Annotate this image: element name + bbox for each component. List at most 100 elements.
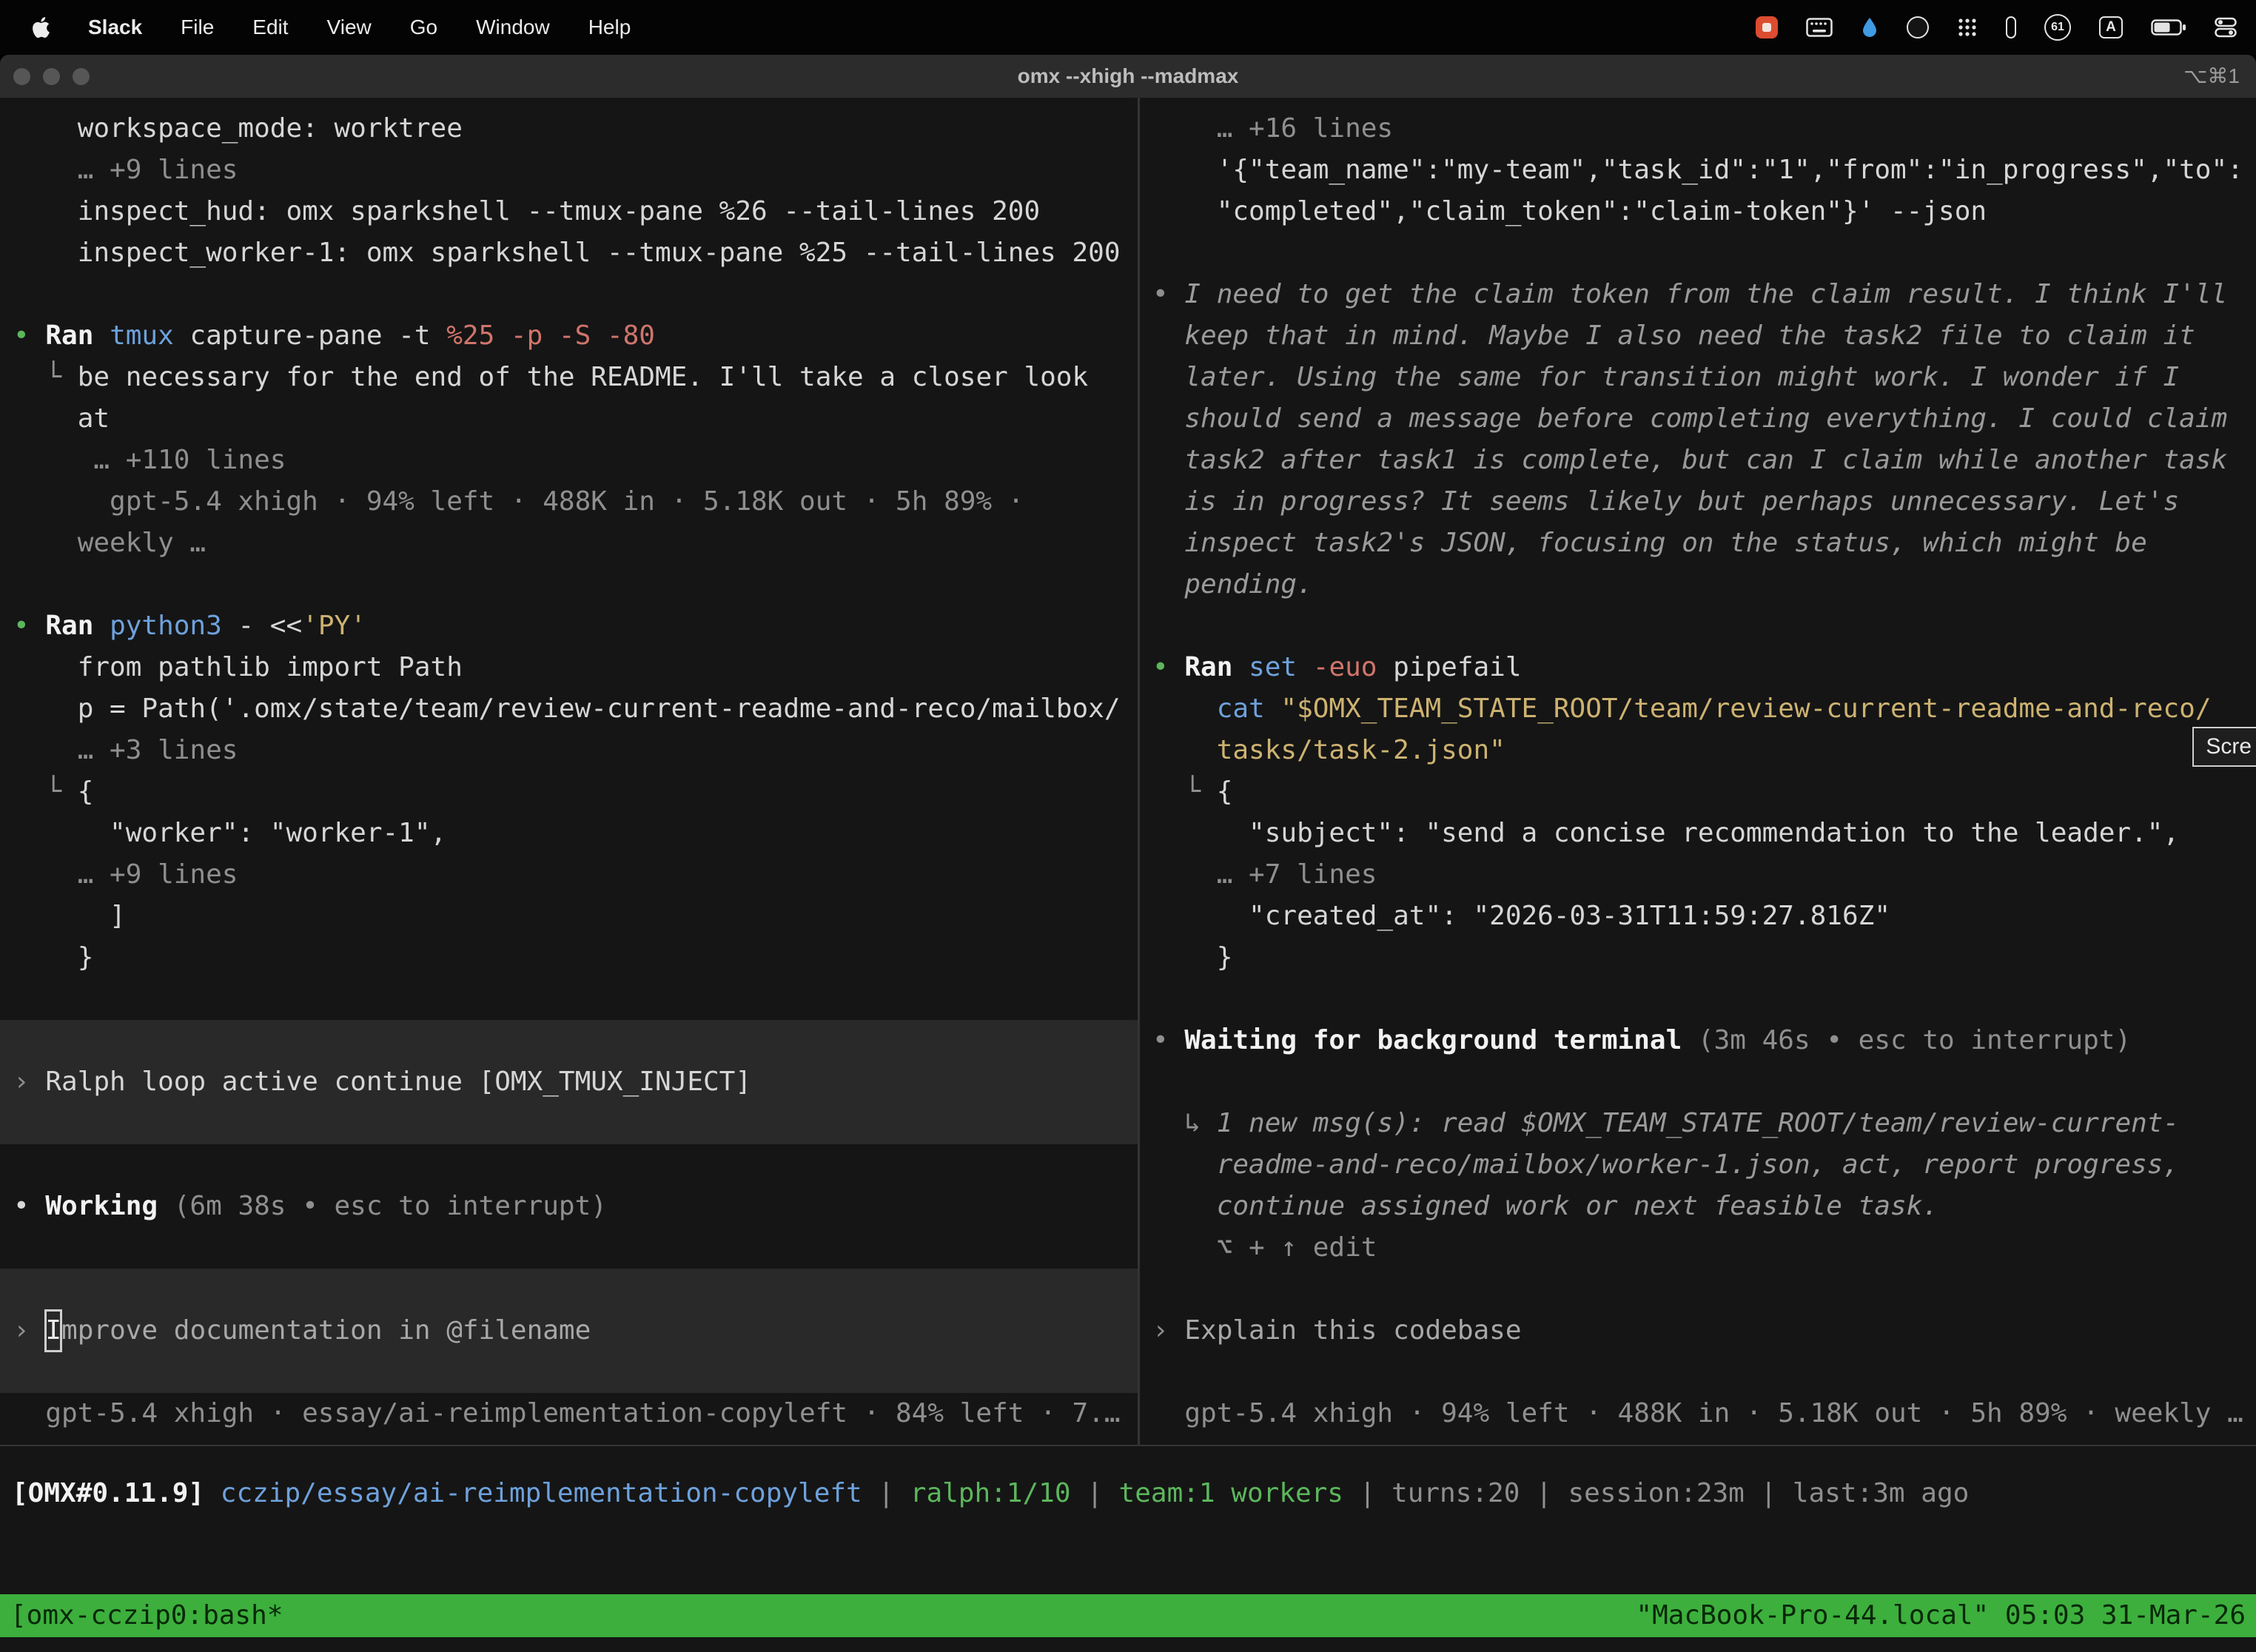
input-source-indicator[interactable]: A (2099, 16, 2123, 38)
terminal-line: ↳ 1 new msg(s): read $OMX_TEAM_STATE_ROO… (1152, 1103, 2256, 1144)
status-segment: cczip/essay/ai-reimplementation-copyleft (221, 1478, 862, 1508)
menu-item-file[interactable]: File (181, 16, 214, 39)
terminal-text (1152, 735, 1217, 765)
terminal-line: gpt-5.4 xhigh · 94% left · 488K in · 5.1… (1152, 1393, 2256, 1434)
terminal-text: keep that in mind. Maybe I also need the… (1152, 320, 2195, 351)
terminal-text: is in progress? It seems likely but perh… (1152, 486, 2179, 517)
terminal-line: "created_at": "2026-03-31T11:59:27.816Z" (1152, 896, 2256, 937)
menu-bar-left: Slack File Edit View Go Window Help (33, 16, 631, 39)
menu-item-edit[interactable]: Edit (252, 16, 288, 39)
terminal-text: at (13, 403, 110, 434)
prompt-suggestion-band[interactable]: › Improve documentation in @filename (0, 1269, 1138, 1393)
prompt-suggestion-band[interactable]: › Ralph loop active continue [OMX_TMUX_I… (0, 1020, 1138, 1144)
menu-item-help[interactable]: Help (588, 16, 631, 39)
terminal-text: should send a message before completing … (1152, 403, 2227, 434)
terminal-line: gpt-5.4 xhigh · 94% left · 488K in · 5.1… (13, 481, 1138, 523)
terminal-line (1152, 1269, 2256, 1310)
apps-grid-icon[interactable] (1957, 17, 1978, 38)
terminal-line: readme-and-reco/mailbox/worker-1.json, a… (1152, 1144, 2256, 1186)
terminal-line: … +16 lines (1152, 108, 2256, 150)
menu-app-name[interactable]: Slack (88, 16, 142, 39)
terminal-line: • Ran python3 - <<'PY' (13, 605, 1138, 647)
terminal-text: I need to get the claim token from the c… (1184, 279, 2227, 309)
screenshot-tooltip[interactable]: Scre (2192, 727, 2256, 767)
battery-icon[interactable] (2151, 19, 2186, 36)
terminal-text: "created_at": "2026-03-31T11:59:27.816Z" (1152, 901, 1890, 931)
pane-divider-horizontal (0, 1445, 2256, 1446)
terminal-line: inspect_worker-1: omx sparkshell --tmux-… (13, 232, 1138, 274)
tmux-pane-right[interactable]: … +16 lines '{"team_name":"my-team","tas… (1140, 98, 2256, 1445)
terminal-line: workspace_mode: worktree (13, 108, 1138, 150)
terminal-text: weekly … (13, 528, 206, 558)
menu-item-view[interactable]: View (327, 16, 372, 39)
terminal-text: ↳ (1152, 1108, 1217, 1138)
terminal-text: be necessary for the end of the README. … (78, 362, 1088, 392)
dark-app-icon[interactable] (1907, 16, 1929, 38)
terminal-line: } (1152, 937, 2256, 978)
tmux-status-bar: [omx-cczip0:bash* "MacBook-Pro-44.local"… (0, 1594, 2256, 1637)
terminal-text: } (1152, 942, 1232, 973)
terminal-line: └ { (13, 771, 1138, 813)
pane-divider-vertical[interactable] (1138, 98, 1140, 1445)
terminal-line: … +3 lines (13, 730, 1138, 771)
terminal-text: "completed","claim_token":"claim-token"}… (1152, 196, 1987, 226)
terminal-text: set (1249, 652, 1313, 682)
terminal-line: task2 after task1 is complete, but can I… (1152, 440, 2256, 481)
terminal-line (1152, 232, 2256, 274)
terminal-text: Explain this codebase (1184, 1315, 1521, 1346)
terminal-text: gpt-5.4 xhigh · 94% left · 488K in · 5.1… (1152, 1398, 2243, 1428)
menu-bar: Slack File Edit View Go Window Help 61 A (0, 0, 2256, 55)
terminal-line (1152, 1352, 2256, 1393)
terminal-text: } (13, 942, 93, 973)
terminal-line: • I need to get the claim token from the… (1152, 274, 2256, 315)
screen-recording-icon[interactable] (1756, 16, 1778, 38)
menu-item-window[interactable]: Window (476, 16, 550, 39)
terminal-line (13, 274, 1138, 315)
terminal-line: • Ran set -euo pipefail (1152, 647, 2256, 688)
menu-bar-status-icons: 61 A (1756, 14, 2237, 41)
terminal-text: from pathlib import Path (13, 652, 463, 682)
terminal-text: inspect_hud: omx sparkshell --tmux-pane … (13, 196, 1040, 226)
water-drop-icon[interactable] (1861, 17, 1879, 38)
terminal-text: ⌥ + ↑ edit (1152, 1232, 1377, 1263)
terminal-line: inspect_hud: omx sparkshell --tmux-pane … (13, 191, 1138, 232)
tmux-pane-left[interactable]: workspace_mode: worktree … +9 lines insp… (0, 98, 1138, 1445)
battery-badge[interactable]: 61 (2044, 14, 2071, 41)
terminal-text: └ (13, 776, 78, 807)
terminal-text: (6m 38s • esc to interrupt) (174, 1191, 607, 1221)
tmux-session-name: [omx-cczip0:bash* (10, 1594, 283, 1637)
terminal-line (1152, 978, 2256, 1020)
terminal-line: • Waiting for background terminal (3m 46… (1152, 1020, 2256, 1061)
terminal-text: - << (238, 611, 302, 641)
terminal-line: should send a message before completing … (1152, 398, 2256, 440)
terminal-text: { (1217, 776, 1233, 807)
terminal-text: continue assigned work or next feasible … (1152, 1191, 1938, 1221)
terminal-text: readme-and-reco/mailbox/worker-1.json, a… (1152, 1149, 2179, 1180)
paperclip-icon[interactable] (2006, 16, 2016, 38)
terminal-line: gpt-5.4 xhigh · essay/ai-reimplementatio… (13, 1393, 1138, 1434)
terminal-line: is in progress? It seems likely but perh… (1152, 481, 2256, 523)
status-segment: | (1071, 1478, 1119, 1508)
terminal-line (13, 1144, 1138, 1186)
terminal-line: weekly … (13, 523, 1138, 564)
keyboard-icon[interactable] (1806, 18, 1833, 37)
menu-items: File Edit View Go Window Help (181, 16, 631, 39)
terminal-text: "subject": "send a concise recommendatio… (1152, 818, 2179, 848)
menu-item-go[interactable]: Go (410, 16, 437, 39)
terminal-text: mprove documentation in @filename (61, 1310, 591, 1352)
terminal-line: inspect task2's JSON, focusing on the st… (1152, 523, 2256, 564)
apple-menu-icon[interactable] (33, 17, 50, 38)
terminal-line (13, 564, 1138, 605)
terminal-line: continue assigned work or next feasible … (1152, 1186, 2256, 1227)
terminal-text: { (78, 776, 94, 807)
tmux-host-clock: "MacBook-Pro-44.local" 05:03 31-Mar-26 (1636, 1594, 2246, 1637)
status-segment: ralph:1/10 (910, 1478, 1071, 1508)
terminal-line: tasks/task-2.json" (1152, 730, 2256, 771)
control-center-icon[interactable] (2215, 16, 2237, 38)
terminal-text: … +7 lines (1152, 859, 1377, 890)
terminal-text: pipefail (1393, 652, 1521, 682)
terminal-text: • (13, 1191, 45, 1221)
terminal-text: python3 (110, 611, 238, 641)
terminal-text: … +9 lines (13, 155, 238, 185)
terminal-text: workspace_mode: worktree (13, 113, 463, 144)
